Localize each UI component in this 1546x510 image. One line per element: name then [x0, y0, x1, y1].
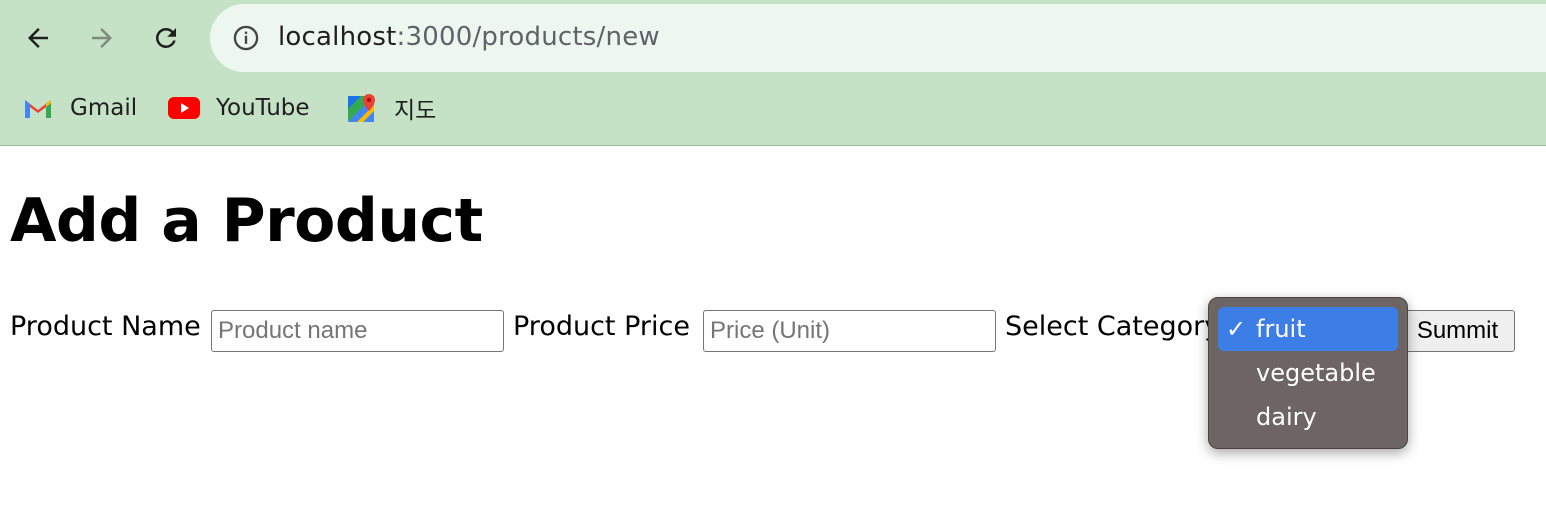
bookmark-maps[interactable]: 지도 [346, 86, 436, 130]
bookmark-label: Gmail [70, 95, 138, 121]
reload-icon [155, 27, 176, 48]
info-icon[interactable] [232, 24, 260, 52]
bookmark-label: YouTube [216, 95, 310, 121]
category-option-vegetable[interactable]: vegetable [1218, 351, 1398, 395]
forward-arrow-icon [92, 28, 112, 48]
maps-icon [346, 92, 378, 124]
bookmark-gmail[interactable]: Gmail [22, 86, 137, 130]
back-arrow-icon [28, 28, 48, 48]
category-option-fruit[interactable]: ✓ fruit [1218, 307, 1398, 351]
category-dropdown-menu[interactable]: ✓ fruit vegetable dairy [1208, 297, 1408, 449]
reload-button[interactable] [146, 18, 186, 58]
option-label: dairy [1256, 403, 1317, 431]
page-title: Add a Product [10, 186, 483, 256]
product-name-label: Product Name [10, 311, 201, 342]
product-name-input[interactable] [211, 310, 504, 352]
checkmark-icon: ✓ [1226, 315, 1247, 343]
select-category-label: Select Category [1005, 311, 1221, 342]
gmail-icon [22, 92, 54, 124]
url-path: :3000/products/new [396, 22, 660, 52]
bookmark-youtube[interactable]: YouTube [168, 86, 310, 130]
url-text[interactable]: localhost:3000/products/new [278, 22, 660, 52]
submit-button[interactable]: Summit [1400, 310, 1515, 352]
option-label: vegetable [1256, 359, 1376, 387]
bookmarks-bar: Gmail YouTube 지도 [0, 86, 1546, 130]
option-label: fruit [1256, 315, 1306, 343]
page-content: Add a Product Product Name Product Price… [0, 146, 1546, 510]
url-host: localhost [278, 22, 397, 52]
product-price-input[interactable] [703, 310, 996, 352]
back-button[interactable] [18, 18, 58, 58]
browser-chrome: localhost:3000/products/new Gmail YouTub… [0, 0, 1546, 146]
youtube-icon [168, 92, 200, 124]
address-bar[interactable]: localhost:3000/products/new [210, 4, 1546, 72]
product-price-label: Product Price [513, 311, 690, 342]
category-option-dairy[interactable]: dairy [1218, 395, 1398, 439]
forward-button[interactable] [82, 18, 122, 58]
bookmark-label: 지도 [394, 98, 437, 124]
